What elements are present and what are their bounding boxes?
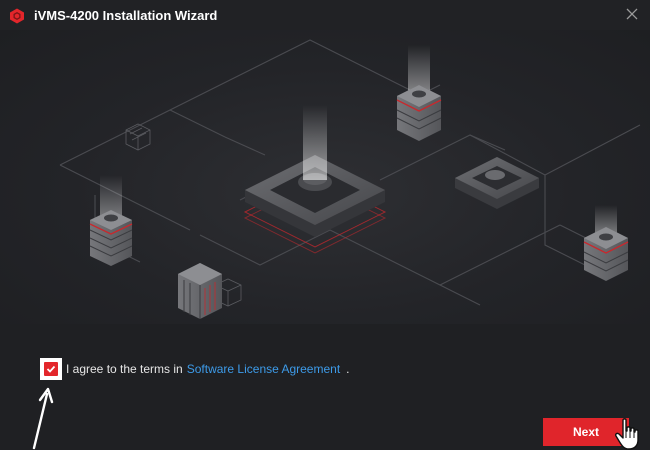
checkbox-checked-indicator [44, 362, 58, 376]
isometric-servers-network-illustration [59, 39, 641, 319]
hero-illustration [0, 30, 650, 324]
hand-cursor-icon [615, 418, 639, 450]
checkmark-icon [46, 365, 56, 373]
license-agreement-link[interactable]: Software License Agreement [187, 362, 340, 376]
agree-period: . [346, 362, 350, 376]
license-agreement-row: I agree to the terms in Software License… [40, 357, 350, 381]
agree-label: I agree to the terms in [66, 362, 183, 376]
hikvision-logo-icon [10, 8, 24, 24]
agree-checkbox[interactable] [40, 358, 62, 380]
close-button[interactable] [622, 4, 642, 24]
window-title: iVMS-4200 Installation Wizard [34, 8, 218, 23]
close-icon [626, 8, 638, 20]
installer-window: iVMS-4200 Installation Wizard I agree to… [0, 0, 650, 450]
title-bar: iVMS-4200 Installation Wizard [0, 0, 650, 34]
pointer-arrow-icon [32, 387, 54, 450]
